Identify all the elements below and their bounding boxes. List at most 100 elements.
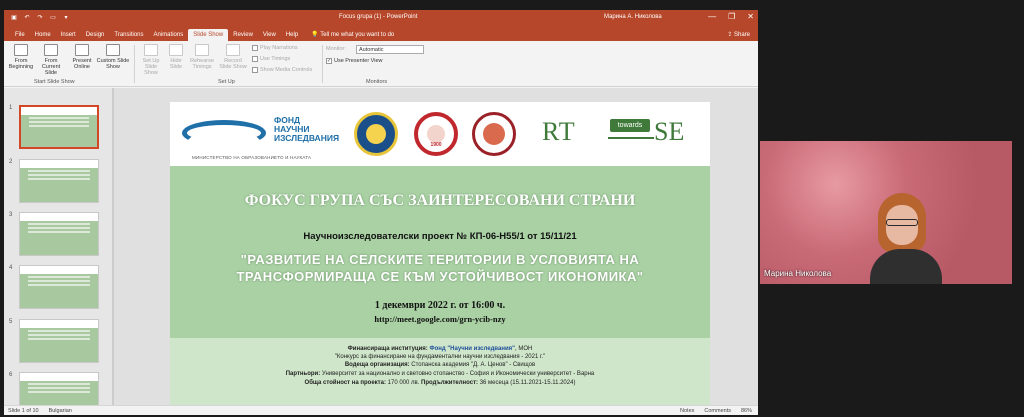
slide-thumbnail-6[interactable]: [19, 372, 99, 405]
from-current-slide-button[interactable]: From Current Slide: [36, 44, 66, 76]
fni-ministry-text: МИНИСТЕРСТВО НА ОБРАЗОВАНИЕТО И НАУКАТА: [192, 155, 312, 160]
thumb-line: [28, 178, 90, 180]
thumb-line: [29, 125, 89, 127]
custom-slide-show-label: Custom Slide Show: [96, 58, 130, 70]
thumb-line: [28, 170, 90, 172]
rehearse-timings-button[interactable]: Rehearse Timings: [188, 44, 216, 70]
contest-line: "Конкурс за финансиране на фундаментални…: [334, 354, 546, 360]
show-media-label: Show Media Controls: [260, 67, 313, 73]
record-label: Record Slide Show: [219, 58, 247, 70]
project-title-line2: ТРАНСФОРМИРАЩА СЕ КЪМ УСТОЙЧИВОСТ ИКОНОМ…: [236, 269, 644, 284]
tab-review[interactable]: Review: [228, 32, 258, 41]
fni-arc-icon: [182, 120, 266, 146]
close-button[interactable]: ✕: [747, 12, 754, 21]
slide-thumbnail-5[interactable]: [19, 319, 99, 363]
thumb-line: [28, 227, 90, 229]
document-title: Focus grupa (1) - PowerPoint: [339, 14, 418, 20]
custom-slide-show-button[interactable]: Custom Slide Show: [96, 44, 130, 70]
participant-avatar: [870, 191, 942, 284]
tab-slide-show[interactable]: Slide Show: [188, 29, 229, 41]
slide-thumbnail-1[interactable]: [19, 105, 99, 149]
fni-logo-text: ФОНД НАУЧНИ ИЗСЛЕДВАНИЯ: [274, 116, 339, 143]
zoom-level[interactable]: 86%: [741, 408, 752, 414]
redo-icon[interactable]: ↷: [36, 14, 44, 22]
thumb-line: [28, 383, 90, 385]
start-from-beginning-icon[interactable]: ▭: [49, 14, 57, 22]
tab-file[interactable]: File: [10, 32, 30, 41]
thumb-number: 5: [9, 319, 13, 325]
checkbox-box: [252, 45, 258, 51]
thumb-line: [28, 391, 90, 393]
thumb-number: 3: [9, 212, 13, 218]
project-number: Научноизследователски проект № КП-06-Н55…: [303, 231, 577, 242]
body-shape: [870, 249, 942, 284]
hide-slide-icon: [169, 44, 183, 56]
project-title-line1: "РАЗВИТИЕ НА СЕЛСКИТЕ ТЕРИТОРИИ В УСЛОВИ…: [240, 252, 640, 267]
tab-view[interactable]: View: [258, 32, 281, 41]
monitor-select[interactable]: Automatic: [356, 45, 424, 54]
tab-insert[interactable]: Insert: [56, 32, 81, 41]
slide-thumbnail-2[interactable]: [19, 159, 99, 203]
tab-transitions[interactable]: Transitions: [109, 32, 148, 41]
maximize-button[interactable]: ❐: [728, 12, 735, 21]
towards-label: towards: [610, 119, 650, 132]
slide-thumbnails-pane: 1 2 3 4 5 6: [4, 88, 114, 405]
cost-line: Обща стойност на проекта: 170 000 лв. Пр…: [170, 380, 710, 387]
record-slide-show-button[interactable]: Record Slide Show: [218, 44, 248, 70]
thumb-number: 2: [9, 159, 13, 165]
notes-button[interactable]: Notes: [680, 408, 694, 414]
play-narrations-label: Play Narrations: [260, 45, 298, 51]
share-button[interactable]: ⇪ Share: [727, 31, 758, 41]
show-media-controls-checkbox[interactable]: Show Media Controls: [252, 67, 312, 73]
project-title: "РАЗВИТИЕ НА СЕЛСКИТЕ ТЕРИТОРИИ В УСЛОВИ…: [210, 251, 670, 285]
slide-title: ФОКУС ГРУПА СЪС ЗАИНТЕРЕСОВАНИ СТРАНИ: [244, 192, 636, 209]
unwe-seal-icon: 1900: [414, 112, 458, 156]
thumb-number: 1: [9, 105, 13, 111]
slide-thumbnail-4[interactable]: [19, 265, 99, 309]
tell-me-search[interactable]: 💡 Tell me what you want to do: [303, 31, 399, 41]
thumb-header: [20, 160, 98, 168]
custom-slide-show-icon: [106, 44, 120, 56]
tell-me-label: Tell me what you want to do: [320, 32, 395, 38]
tab-home[interactable]: Home: [30, 32, 56, 41]
undo-icon[interactable]: ↶: [23, 14, 31, 22]
quick-access-toolbar: ▣ ↶ ↷ ▭ ▾: [4, 14, 70, 22]
thumb-line: [28, 387, 90, 389]
logo-strip: ФОНД НАУЧНИ ИЗСЛЕДВАНИЯ МИНИСТЕРСТВО НА …: [170, 102, 710, 166]
partners-line: Партньори: Университет за национално и с…: [170, 371, 710, 378]
se-text: SE: [654, 117, 685, 146]
set-up-slide-show-button[interactable]: Set Up Slide Show: [138, 44, 164, 76]
minimize-button[interactable]: —: [708, 12, 716, 21]
thumb-header: [21, 107, 97, 115]
comments-button[interactable]: Comments: [704, 408, 731, 414]
from-current-slide-icon: [44, 44, 58, 56]
current-slide[interactable]: ФОНД НАУЧНИ ИЗСЛЕДВАНИЯ МИНИСТЕРСТВО НА …: [170, 102, 710, 406]
language-indicator[interactable]: Bulgarian: [49, 408, 72, 414]
from-beginning-button[interactable]: From Beginning: [8, 44, 34, 70]
user-name[interactable]: Марина А. Николова: [604, 14, 662, 20]
tab-help[interactable]: Help: [281, 32, 303, 41]
thumb-header: [20, 213, 98, 221]
use-presenter-view-checkbox[interactable]: ✓ Use Presenter View: [326, 58, 383, 64]
partners-label: Партньори:: [285, 371, 321, 377]
slide-thumbnail-3[interactable]: [19, 212, 99, 256]
checkbox-checked: ✓: [326, 58, 332, 64]
present-online-button[interactable]: Present Online: [70, 44, 94, 70]
record-icon: [226, 44, 240, 56]
hide-slide-button[interactable]: Hide Slide: [166, 44, 186, 70]
participant-video-tile[interactable]: Марина Николова: [760, 141, 1012, 284]
save-icon[interactable]: ▣: [10, 14, 18, 22]
presenter-view-label: Use Presenter View: [334, 58, 383, 64]
fni-line3: ИЗСЛЕДВАНИЯ: [274, 133, 340, 143]
funding-label: Финансираща институция:: [347, 346, 428, 352]
thumb-number: 4: [9, 265, 13, 271]
slide-counter: Slide 1 of 10: [8, 407, 39, 414]
use-timings-checkbox[interactable]: Use Timings: [252, 56, 290, 62]
play-narrations-checkbox[interactable]: Play Narrations: [252, 45, 298, 51]
tab-design[interactable]: Design: [81, 32, 110, 41]
slide-canvas: ФОНД НАУЧНИ ИЗСЛЕДВАНИЯ МИНИСТЕРСТВО НА …: [114, 88, 758, 406]
tab-animations[interactable]: Animations: [149, 32, 189, 41]
partners-value: Университет за национално и световно сто…: [321, 371, 595, 377]
customize-qat-icon[interactable]: ▾: [62, 14, 70, 22]
thumb-line: [28, 280, 90, 282]
